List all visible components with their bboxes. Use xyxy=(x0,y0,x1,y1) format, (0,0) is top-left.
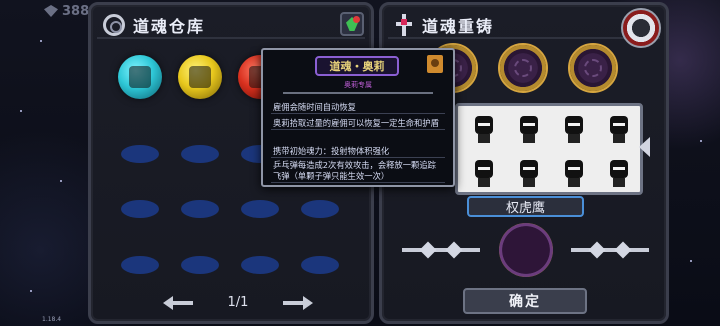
tooltip-title-frame: 道魂・奥莉 xyxy=(315,56,399,76)
panel-title: 道魂仓库 xyxy=(133,17,206,36)
pager: 1/1 xyxy=(163,295,313,310)
empty-slot[interactable] xyxy=(181,200,219,218)
gem-icon xyxy=(44,5,58,17)
character-select-grid xyxy=(455,103,643,195)
empty-slot[interactable] xyxy=(241,256,279,274)
gem-count: 388 xyxy=(62,3,90,19)
ring-icon xyxy=(103,14,125,36)
character-portrait[interactable] xyxy=(559,114,589,144)
gem-counter: 388 xyxy=(44,2,89,20)
star xyxy=(700,140,702,142)
panel-header: 道魂重铸 xyxy=(388,13,660,39)
recast-slot[interactable] xyxy=(498,43,548,93)
tooltip-effect-line: 奥莉拾取过量的雇佣可以恢复一定生命和护盾 xyxy=(271,118,445,130)
recast-slot[interactable] xyxy=(568,43,618,93)
empty-slot[interactable] xyxy=(181,145,219,163)
empty-slot[interactable] xyxy=(121,256,159,274)
character-portrait[interactable] xyxy=(604,158,634,188)
tooltip-title: 道魂・奥莉 xyxy=(329,60,385,73)
next-page-arrow-icon[interactable] xyxy=(281,295,313,310)
divider xyxy=(283,92,433,94)
panel-title: 道魂重铸 xyxy=(422,17,495,36)
empty-slot[interactable] xyxy=(301,256,339,274)
character-portrait[interactable] xyxy=(514,158,544,188)
ornament-left xyxy=(402,241,480,259)
character-portrait-icon xyxy=(129,66,151,88)
result-slot[interactable] xyxy=(499,223,553,277)
tooltip-subtitle: 奥莉专属 xyxy=(344,81,372,89)
star xyxy=(20,110,22,112)
notification-dot xyxy=(353,16,360,23)
character-portrait[interactable] xyxy=(469,114,499,144)
page-indicator: 1/1 xyxy=(227,295,249,310)
empty-slot[interactable] xyxy=(301,200,339,218)
character-portrait[interactable] xyxy=(469,158,499,188)
soul-orb-yellow[interactable] xyxy=(178,55,222,99)
star xyxy=(690,260,692,262)
soul-orb-cyan[interactable] xyxy=(118,55,162,99)
empty-slot[interactable] xyxy=(121,145,159,163)
tooltip-effect-line: 雇佣会随时间自动恢复 xyxy=(271,102,445,114)
settings-gear-icon[interactable] xyxy=(621,8,661,48)
version-label: 1.18.4 xyxy=(42,316,62,323)
pet-shortcut-button[interactable] xyxy=(340,12,364,36)
character-portrait[interactable] xyxy=(514,114,544,144)
star xyxy=(40,40,42,42)
character-portrait[interactable] xyxy=(604,114,634,144)
rarity-badge-icon xyxy=(427,55,443,73)
character-portrait[interactable] xyxy=(559,158,589,188)
empty-slot[interactable] xyxy=(241,200,279,218)
tooltip-effect-line: 携带初始魂力：投射物体积强化 xyxy=(271,146,445,158)
star xyxy=(30,290,32,292)
ornament-right xyxy=(571,241,649,259)
empty-slot[interactable] xyxy=(181,256,219,274)
empty-slot[interactable] xyxy=(121,200,159,218)
prev-page-arrow-icon[interactable] xyxy=(163,295,195,310)
star xyxy=(60,180,62,182)
cross-sword-icon xyxy=(394,14,414,36)
tooltip-effect-line: 乒乓弹每造成2次有效攻击，会释放一颗追踪飞弹（单颗子弹只能生效一次） xyxy=(271,160,445,183)
selected-character-name[interactable]: 权虎鹰 xyxy=(467,196,584,217)
panel-header: 道魂仓库 xyxy=(97,13,365,39)
scroll-right-arrow-icon[interactable] xyxy=(639,137,650,157)
soul-tooltip: 道魂・奥莉 奥莉专属 雇佣会随时间自动恢复 奥莉拾取过量的雇佣可以恢复一定生命和… xyxy=(261,48,455,187)
character-portrait-icon xyxy=(189,66,211,88)
confirm-button[interactable]: 确定 xyxy=(463,288,587,314)
